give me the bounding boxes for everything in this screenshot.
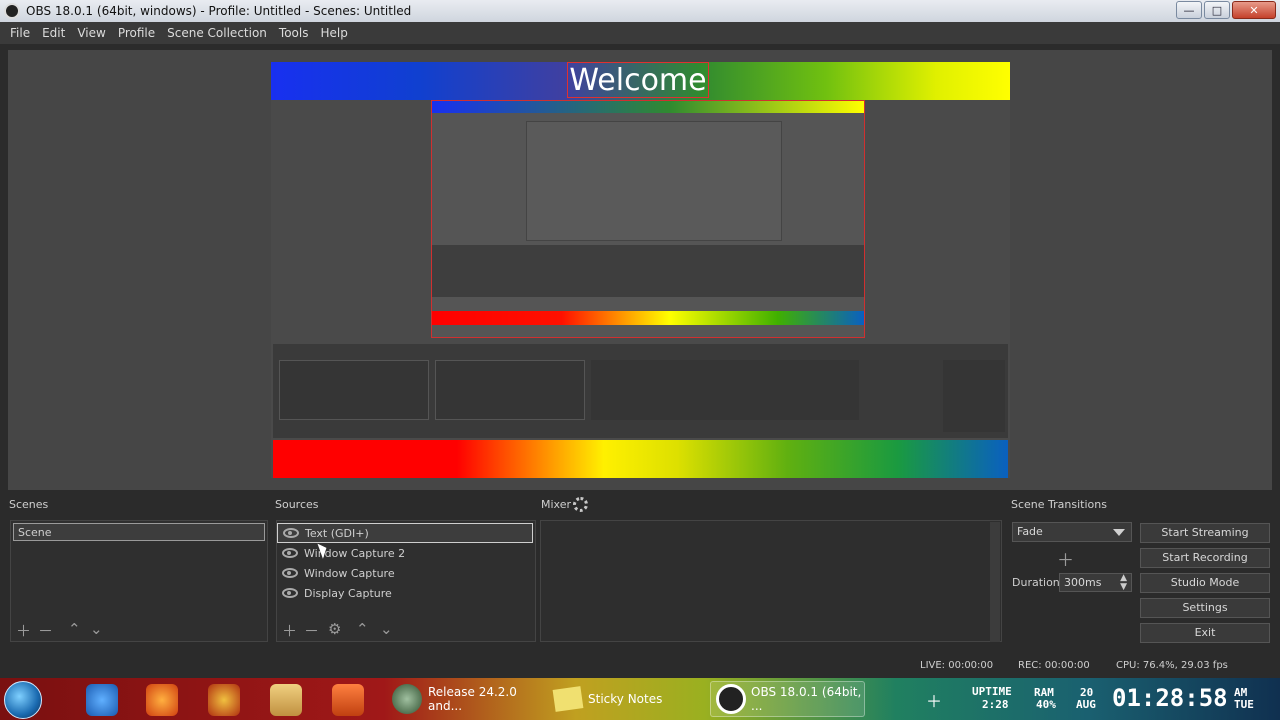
live-status: LIVE: 00:00:00 [920, 660, 994, 671]
windows-media-icon[interactable] [208, 684, 240, 716]
sources-title: Sources [275, 498, 319, 511]
tray-plus-icon[interactable]: ＋ [926, 688, 942, 712]
nested-preview-inner [526, 121, 782, 241]
clock-weekday: TUE [1234, 698, 1254, 711]
file-explorer-icon[interactable] [270, 684, 302, 716]
source-item-display-capture[interactable]: Display Capture [277, 583, 533, 603]
source-label: Window Capture [304, 566, 395, 580]
duration-value: 300ms [1064, 576, 1102, 589]
move-scene-up-icon[interactable]: ⌃ [68, 620, 81, 638]
eye-icon[interactable] [283, 528, 299, 538]
ram-value: 40% [1036, 698, 1056, 711]
source-label: Display Capture [304, 586, 392, 600]
mixer-panel [540, 520, 1002, 642]
menu-view[interactable]: View [71, 22, 111, 44]
obs-taskbar-icon [716, 684, 746, 714]
cpu-status: CPU: 76.4%, 29.03 fps [1116, 660, 1228, 671]
sticky-notes-icon [552, 686, 584, 712]
maximize-button[interactable]: □ [1204, 1, 1230, 19]
add-scene-icon[interactable]: ＋ [16, 620, 31, 641]
source-properties-gear-icon[interactable]: ⚙ [328, 620, 341, 638]
start-streaming-button[interactable]: Start Streaming [1140, 523, 1270, 543]
eye-icon[interactable] [282, 548, 298, 558]
obs-logo-icon [4, 3, 20, 19]
close-button[interactable]: ✕ [1232, 1, 1276, 19]
mixer-title: Mixer [541, 498, 572, 511]
source-item-window-capture[interactable]: Window Capture [277, 563, 533, 583]
media-player-icon[interactable] [332, 684, 364, 716]
move-source-up-icon[interactable]: ⌃ [356, 620, 369, 638]
rec-status: REC: 00:00:00 [1018, 660, 1090, 671]
nested-controls [943, 360, 1005, 432]
preview-nested-panels [273, 344, 1008, 438]
release-app-icon [392, 684, 422, 714]
transition-select[interactable]: Fade [1012, 522, 1132, 542]
preview-gradient-bottom [273, 440, 1008, 478]
scene-transitions-title: Scene Transitions [1011, 498, 1107, 511]
scenes-title: Scenes [9, 498, 49, 511]
menu-bar: File Edit View Profile Scene Collection … [0, 22, 1280, 44]
menu-scene-collection[interactable]: Scene Collection [161, 22, 273, 44]
duration-label: Duration [1012, 576, 1060, 589]
menu-edit[interactable]: Edit [36, 22, 71, 44]
window-title: OBS 18.0.1 (64bit, windows) - Profile: U… [26, 4, 412, 18]
nested-sources-list [435, 360, 585, 420]
source-item-text-gdi[interactable]: Text (GDI+) [277, 523, 533, 543]
menu-tools[interactable]: Tools [273, 22, 315, 44]
scene-item[interactable]: Scene [13, 523, 265, 541]
duration-spinbox[interactable]: 300ms ▲ ▼ [1059, 573, 1132, 592]
add-source-icon[interactable]: ＋ [282, 620, 297, 641]
nested-gradient-top [432, 101, 864, 113]
menu-file[interactable]: File [4, 22, 36, 44]
mixer-scrollbar[interactable] [990, 522, 1000, 642]
preview-welcome-text[interactable]: Welcome [567, 62, 709, 98]
exit-button[interactable]: Exit [1140, 623, 1270, 643]
nested-gradient-bottom [432, 311, 864, 325]
task-label: OBS 18.0.1 (64bit, ... [751, 685, 862, 713]
move-source-down-icon[interactable]: ⌄ [380, 620, 393, 638]
transition-selected-label: Fade [1017, 525, 1043, 538]
preview-area[interactable]: Welcome [8, 50, 1272, 490]
eye-icon[interactable] [282, 588, 298, 598]
chevron-down-icon [1113, 529, 1125, 536]
clock-time: 01:28:58 [1112, 684, 1228, 712]
move-scene-down-icon[interactable]: ⌄ [90, 620, 103, 638]
uptime-value: 2:28 [982, 698, 1009, 711]
task-label: Release 24.2.0 and... [428, 685, 517, 713]
mixer-gear-icon[interactable] [573, 497, 588, 512]
window-controls: — □ ✕ [1176, 1, 1276, 19]
start-recording-button[interactable]: Start Recording [1140, 548, 1270, 568]
eye-icon[interactable] [282, 568, 298, 578]
preview-canvas[interactable]: Welcome [271, 62, 1010, 478]
remove-source-icon[interactable]: － [304, 620, 319, 641]
start-button[interactable] [4, 681, 42, 719]
add-transition-icon[interactable]: ＋ [1057, 546, 1074, 571]
task-label: Sticky Notes [588, 692, 663, 706]
spin-arrows-icon[interactable]: ▲ ▼ [1120, 574, 1127, 592]
nested-scenes-list [279, 360, 429, 420]
source-item-window-capture-2[interactable]: Window Capture 2 [277, 543, 533, 563]
remove-scene-icon[interactable]: － [38, 620, 53, 641]
date-month: AUG [1076, 698, 1096, 711]
title-bar: OBS 18.0.1 (64bit, windows) - Profile: U… [0, 0, 1280, 22]
uptime-label: UPTIME [972, 685, 1012, 698]
nested-mixer [591, 360, 859, 420]
preview-nested-frame [431, 100, 865, 338]
source-label: Text (GDI+) [305, 526, 369, 540]
settings-button[interactable]: Settings [1140, 598, 1270, 618]
nested-panels [432, 245, 864, 297]
menu-help[interactable]: Help [314, 22, 353, 44]
internet-explorer-icon[interactable] [86, 684, 118, 716]
firefox-icon[interactable] [146, 684, 178, 716]
menu-profile[interactable]: Profile [112, 22, 161, 44]
studio-mode-button[interactable]: Studio Mode [1140, 573, 1270, 593]
minimize-button[interactable]: — [1176, 1, 1202, 19]
